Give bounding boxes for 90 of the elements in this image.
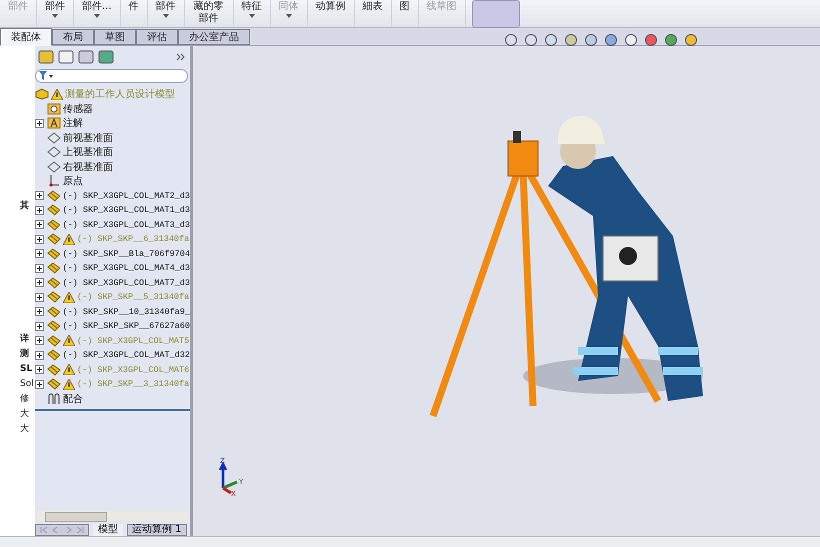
- panel-text: 其: [20, 201, 30, 211]
- ribbon-button[interactable]: 特征: [234, 0, 271, 27]
- expand-icon[interactable]: [35, 234, 44, 244]
- tree-item[interactable]: 注解: [35, 116, 190, 130]
- folder-clock-icon: [47, 102, 61, 115]
- plane-icon: [47, 132, 61, 144]
- part-icon: [47, 334, 61, 347]
- expand-icon[interactable]: [35, 220, 44, 230]
- tree-item[interactable]: (-) SKP_SKP_SKP__67627a60: [35, 319, 190, 334]
- tree-item[interactable]: 右视基准面: [35, 160, 190, 174]
- ribbon-tab[interactable]: 评估: [136, 29, 178, 45]
- panel-tab-icon[interactable]: [97, 49, 115, 65]
- tree-item[interactable]: (-) SKP_X3GPL_COL_MAT3_d3: [35, 218, 190, 232]
- ribbon-button[interactable]: 动算例: [308, 0, 355, 27]
- filter-field[interactable]: [35, 69, 188, 83]
- warning-icon: [63, 292, 75, 303]
- ribbon-button[interactable]: 藏的零部件: [184, 0, 234, 27]
- paperclip-icon: [47, 392, 61, 405]
- panel-text: 测: [20, 349, 30, 359]
- ribbon-button[interactable]: 部件: [37, 0, 74, 27]
- warning-icon: [63, 378, 75, 390]
- panel-text: 大: [20, 424, 30, 434]
- panel-tab-icon[interactable]: [77, 49, 95, 65]
- tree-item[interactable]: (-) SKP_SKP__10_31340fa9_: [35, 304, 190, 319]
- origin-icon: [47, 175, 61, 188]
- expand-icon[interactable]: [35, 249, 44, 258]
- expand-icon[interactable]: [35, 278, 44, 288]
- assembly-icon: [35, 88, 49, 100]
- tree-item[interactable]: 配合: [35, 392, 190, 406]
- ribbon-button[interactable]: 图: [392, 0, 419, 27]
- part-icon: [46, 262, 60, 274]
- part-icon: [46, 218, 60, 231]
- expand-icon[interactable]: [35, 206, 44, 215]
- ribbon-button[interactable]: 件: [120, 0, 148, 27]
- tree-item[interactable]: (-) SKP_X3GPL_COL_MAT1_d3: [35, 203, 190, 218]
- tree-item[interactable]: 原点: [35, 174, 190, 188]
- tree-item[interactable]: (-) SKP_X3GPL_COL_MAT2_d3: [35, 188, 190, 203]
- tree-item[interactable]: (-) SKP_X3GPL_COL_MAT_d32: [35, 348, 190, 362]
- plane-icon: [47, 146, 61, 158]
- horizontal-scrollbar[interactable]: [37, 511, 188, 521]
- expand-icon[interactable]: [35, 118, 44, 128]
- ribbon-button[interactable]: 部件: [148, 0, 185, 27]
- expand-icon[interactable]: [35, 336, 44, 346]
- tree-item[interactable]: 前视基准面: [35, 130, 190, 145]
- part-icon: [46, 190, 60, 202]
- expand-icon[interactable]: [35, 350, 44, 360]
- part-icon: [46, 320, 60, 332]
- tree-item[interactable]: (-) SKP_SKP__Bla_706f9704: [35, 246, 190, 261]
- part-icon: [47, 364, 61, 376]
- part-icon: [47, 291, 61, 304]
- chevron-icon[interactable]: [176, 53, 186, 61]
- expand-icon[interactable]: [35, 264, 44, 273]
- tree-item[interactable]: 传感器: [35, 102, 190, 116]
- warning-icon: [63, 335, 75, 346]
- expand-icon[interactable]: [35, 365, 44, 374]
- ribbon-tab[interactable]: 办公室产品: [178, 29, 250, 45]
- panel-tab-icon[interactable]: [57, 49, 75, 65]
- ribbon-tab[interactable]: 布局: [52, 29, 94, 45]
- tree-item[interactable]: 上视基准面: [35, 145, 190, 160]
- part-icon: [46, 248, 60, 260]
- part-icon: [46, 276, 60, 289]
- ribbon-button[interactable]: 細表: [354, 0, 392, 27]
- panel-tab-icon[interactable]: [37, 49, 55, 65]
- panel-text: 修: [20, 394, 30, 404]
- part-icon: [46, 306, 60, 318]
- panel-text: SL: [20, 364, 34, 374]
- part-icon: [47, 378, 61, 390]
- ribbon-tab[interactable]: 草图: [94, 29, 136, 45]
- expand-icon[interactable]: [35, 322, 44, 331]
- warning-icon: [63, 364, 75, 376]
- warning-icon: [63, 234, 75, 245]
- plane-icon: [47, 160, 61, 173]
- ribbon-button[interactable]: 部件...: [74, 0, 121, 27]
- expand-icon[interactable]: [35, 380, 44, 389]
- model-tab[interactable]: 模型: [93, 524, 123, 536]
- part-icon: [46, 349, 60, 362]
- tree-item[interactable]: (-) SKP_X3GPL_COL_MAT7_d3: [35, 276, 190, 290]
- expand-icon[interactable]: [35, 191, 44, 200]
- tree-item[interactable]: (-) SKP_X3GPL_COL_MAT4_d3: [35, 261, 190, 276]
- panel-text: Sol: [20, 379, 35, 389]
- panel-text: 详: [20, 334, 30, 344]
- annotation-icon: [47, 117, 61, 130]
- expand-icon[interactable]: [35, 307, 44, 316]
- expand-icon[interactable]: [35, 292, 44, 302]
- part-icon: [47, 233, 61, 246]
- ribbon-tab[interactable]: 装配体: [0, 28, 52, 46]
- panel-text: 大: [20, 409, 30, 419]
- part-icon: [46, 204, 60, 216]
- filter-icon: [39, 71, 53, 81]
- model-tab[interactable]: 运动算例 1: [127, 524, 187, 536]
